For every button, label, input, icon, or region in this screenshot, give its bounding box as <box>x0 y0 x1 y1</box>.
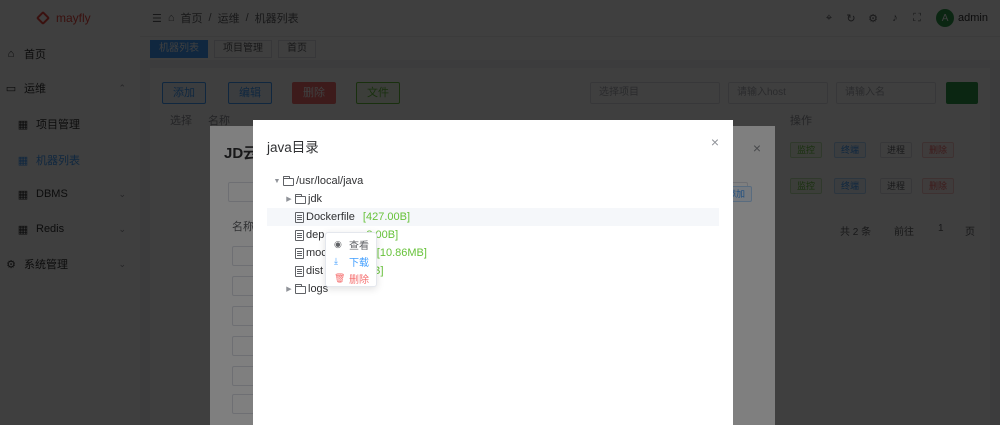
tree-node-label: dep <box>306 229 325 241</box>
file-size: [10.86MB] <box>376 247 427 259</box>
trash-icon: 🗑 <box>334 272 346 283</box>
tree-node-label: Dockerfile <box>306 211 355 223</box>
context-view-label: 查看 <box>349 240 369 252</box>
dialog-title: java目录 <box>267 140 319 155</box>
tree-node-label: jdk <box>308 193 323 205</box>
context-view-item[interactable]: ◉ 查看 <box>334 236 369 252</box>
file-icon <box>295 247 304 259</box>
tree-node-root[interactable]: ▼ /usr/local/java <box>267 172 719 190</box>
context-delete-label: 删除 <box>349 274 369 286</box>
tree-node-file[interactable]: Dockerfile [427.00B] <box>267 208 719 226</box>
tree-node-label: dist <box>306 265 324 277</box>
download-icon: ⤓ <box>334 255 338 266</box>
file-icon <box>295 211 304 223</box>
context-download-item[interactable]: ⤓ 下载 <box>334 253 369 269</box>
caret-right-icon[interactable]: ▶ <box>283 195 295 203</box>
caret-right-icon[interactable]: ▶ <box>283 285 295 293</box>
file-context-menu: ◉ 查看 ⤓ 下载 🗑 删除 <box>325 232 377 287</box>
context-download-label: 下载 <box>349 257 369 269</box>
tree-node-label: /usr/local/java <box>296 175 364 187</box>
folder-icon <box>283 175 294 186</box>
tree-node-label: moc <box>306 247 327 259</box>
close-icon[interactable]: × <box>711 134 719 150</box>
file-icon <box>295 265 304 277</box>
file-size: [427.00B] <box>362 211 410 223</box>
folder-icon <box>295 283 306 294</box>
folder-icon <box>295 193 306 204</box>
tree-node-folder[interactable]: ▶ jdk <box>267 190 719 208</box>
file-icon <box>295 229 304 241</box>
eye-icon: ◉ <box>334 238 342 249</box>
caret-down-icon[interactable]: ▼ <box>271 178 283 185</box>
context-delete-item[interactable]: 🗑 删除 <box>334 270 369 286</box>
